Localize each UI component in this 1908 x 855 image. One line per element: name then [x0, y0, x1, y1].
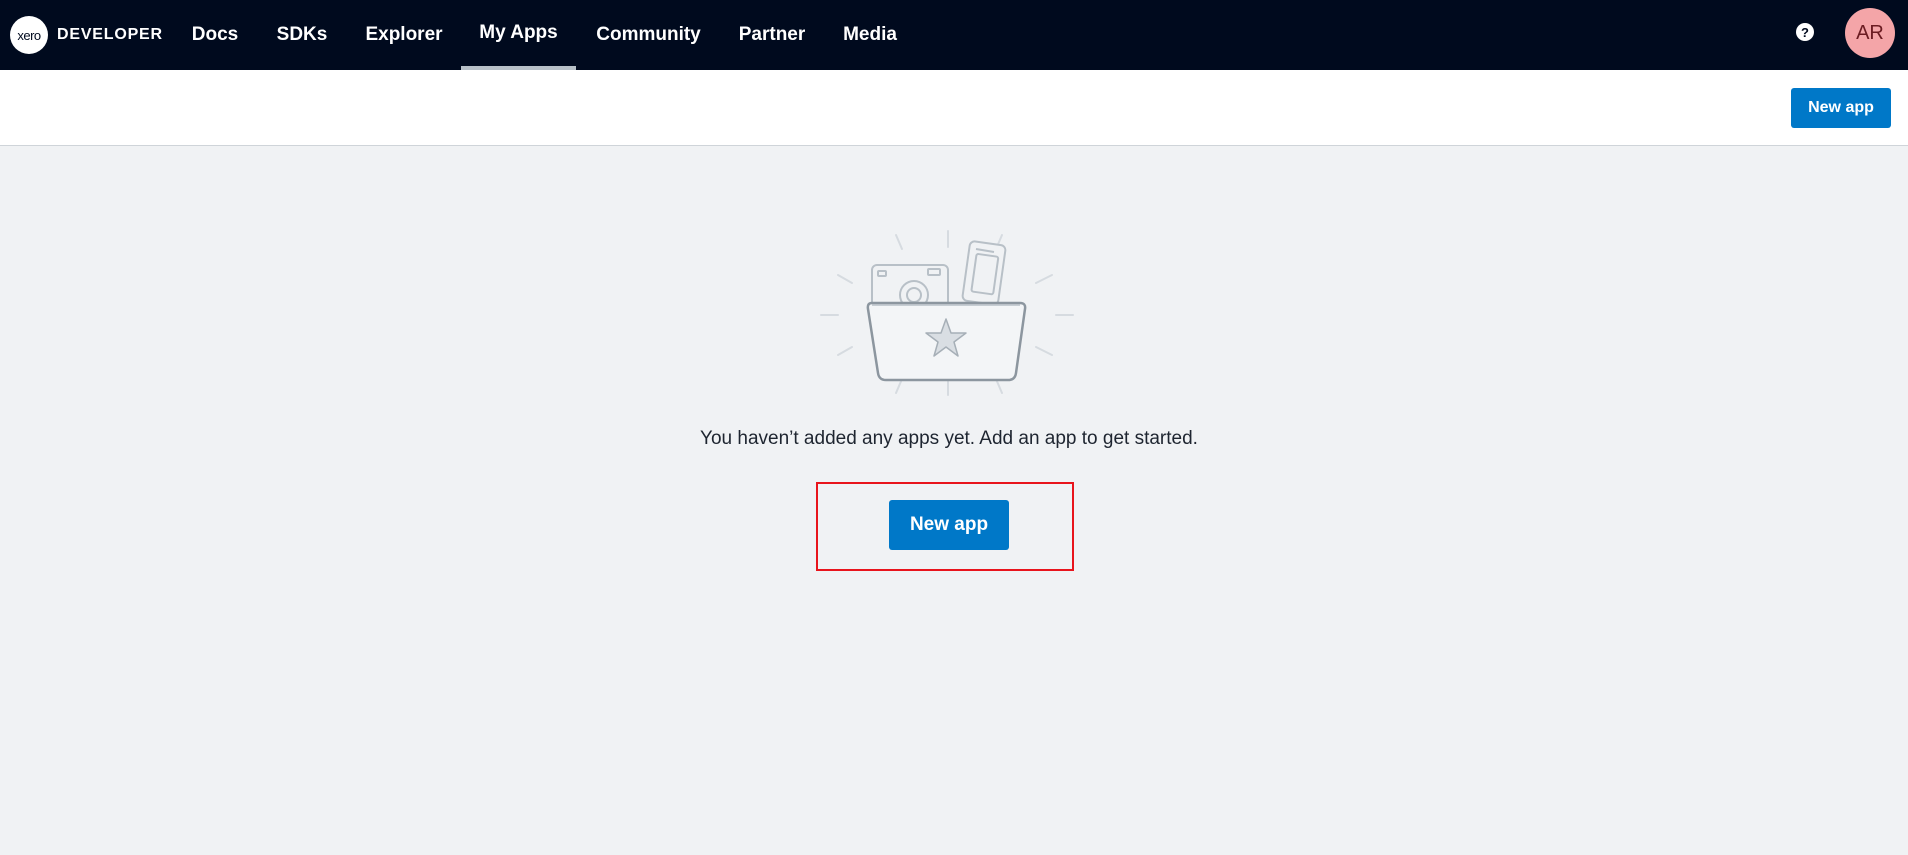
nav-item-explorer[interactable]: Explorer [354, 0, 454, 70]
nav-item-sdks[interactable]: SDKs [266, 0, 338, 70]
nav-item-docs[interactable]: Docs [180, 0, 250, 70]
xero-developer-logo[interactable]: xero DEVELOPER [10, 15, 163, 55]
nav-item-community[interactable]: Community [586, 0, 711, 70]
user-avatar[interactable]: AR [1845, 8, 1895, 58]
new-app-button[interactable]: New app [889, 500, 1009, 550]
nav-item-partner[interactable]: Partner [727, 0, 817, 70]
xero-logo-icon: xero [10, 16, 48, 54]
top-navigation: xero DEVELOPER Docs SDKs Explorer My App… [0, 0, 1908, 70]
header-new-app-button[interactable]: New app [1791, 88, 1891, 128]
help-icon[interactable]: ? [1796, 23, 1814, 41]
empty-state-message: You haven’t added any apps yet. Add an a… [700, 428, 1198, 449]
empty-apps-illustration-icon [816, 225, 1076, 400]
nav-item-media[interactable]: Media [832, 0, 908, 70]
page-subheader: New app [0, 70, 1908, 146]
brand-label: DEVELOPER [57, 26, 163, 43]
nav-item-my-apps[interactable]: My Apps [461, 0, 576, 70]
